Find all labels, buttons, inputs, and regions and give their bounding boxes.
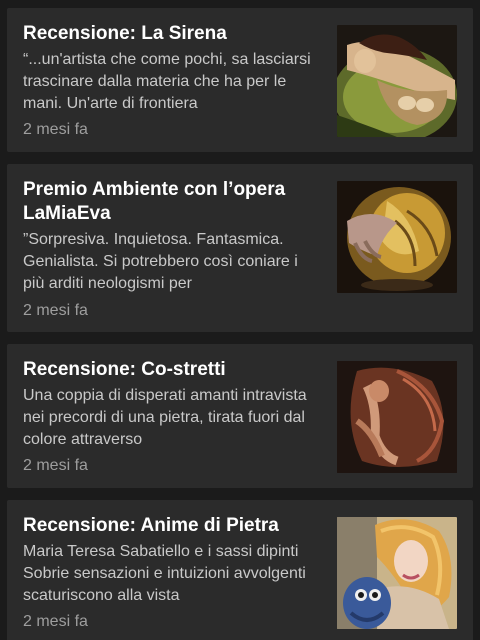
article-time: 2 mesi fa [23,302,88,319]
sculpture-lamiaeva-image[interactable] [337,181,457,293]
article-time: 2 mesi fa [23,613,88,630]
article-time: 2 mesi fa [23,457,88,474]
article-title[interactable]: Recensione: Co-stretti [23,358,323,382]
article-feed: Recensione: La Sirena “...un'artista che… [0,0,480,640]
sculpture-costretti-image[interactable] [337,361,457,473]
article-excerpt: Maria Teresa Sabatiello e i sassi dipint… [23,543,306,604]
article-time: 2 mesi fa [23,121,88,138]
article-title[interactable]: Recensione: La Sirena [23,22,323,46]
article-card[interactable]: Recensione: Anime di Pietra Maria Teresa… [7,500,473,640]
article-text: Recensione: Anime di Pietra Maria Teresa… [23,514,323,607]
article-card[interactable]: Premio Ambiente con l’opera LaMiaEva ”So… [7,164,473,332]
article-title[interactable]: Recensione: Anime di Pietra [23,514,323,538]
article-text: Recensione: Co-stretti Una coppia di dis… [23,358,323,451]
artist-portrait-image[interactable] [337,517,457,629]
article-title[interactable]: Premio Ambiente con l’opera LaMiaEva [23,178,323,226]
article-excerpt: ”Sorpresiva. Inquietosa. Fantasmica. Gen… [23,231,298,292]
article-text: Premio Ambiente con l’opera LaMiaEva ”So… [23,178,323,295]
article-card[interactable]: Recensione: Co-stretti Una coppia di dis… [7,344,473,488]
article-excerpt: Una coppia di disperati amanti intravist… [23,387,307,448]
sculpture-siren-image[interactable] [337,25,457,137]
article-excerpt: “...un'artista che come pochi, sa lascia… [23,51,311,112]
article-text: Recensione: La Sirena “...un'artista che… [23,22,323,115]
article-card[interactable]: Recensione: La Sirena “...un'artista che… [7,8,473,152]
